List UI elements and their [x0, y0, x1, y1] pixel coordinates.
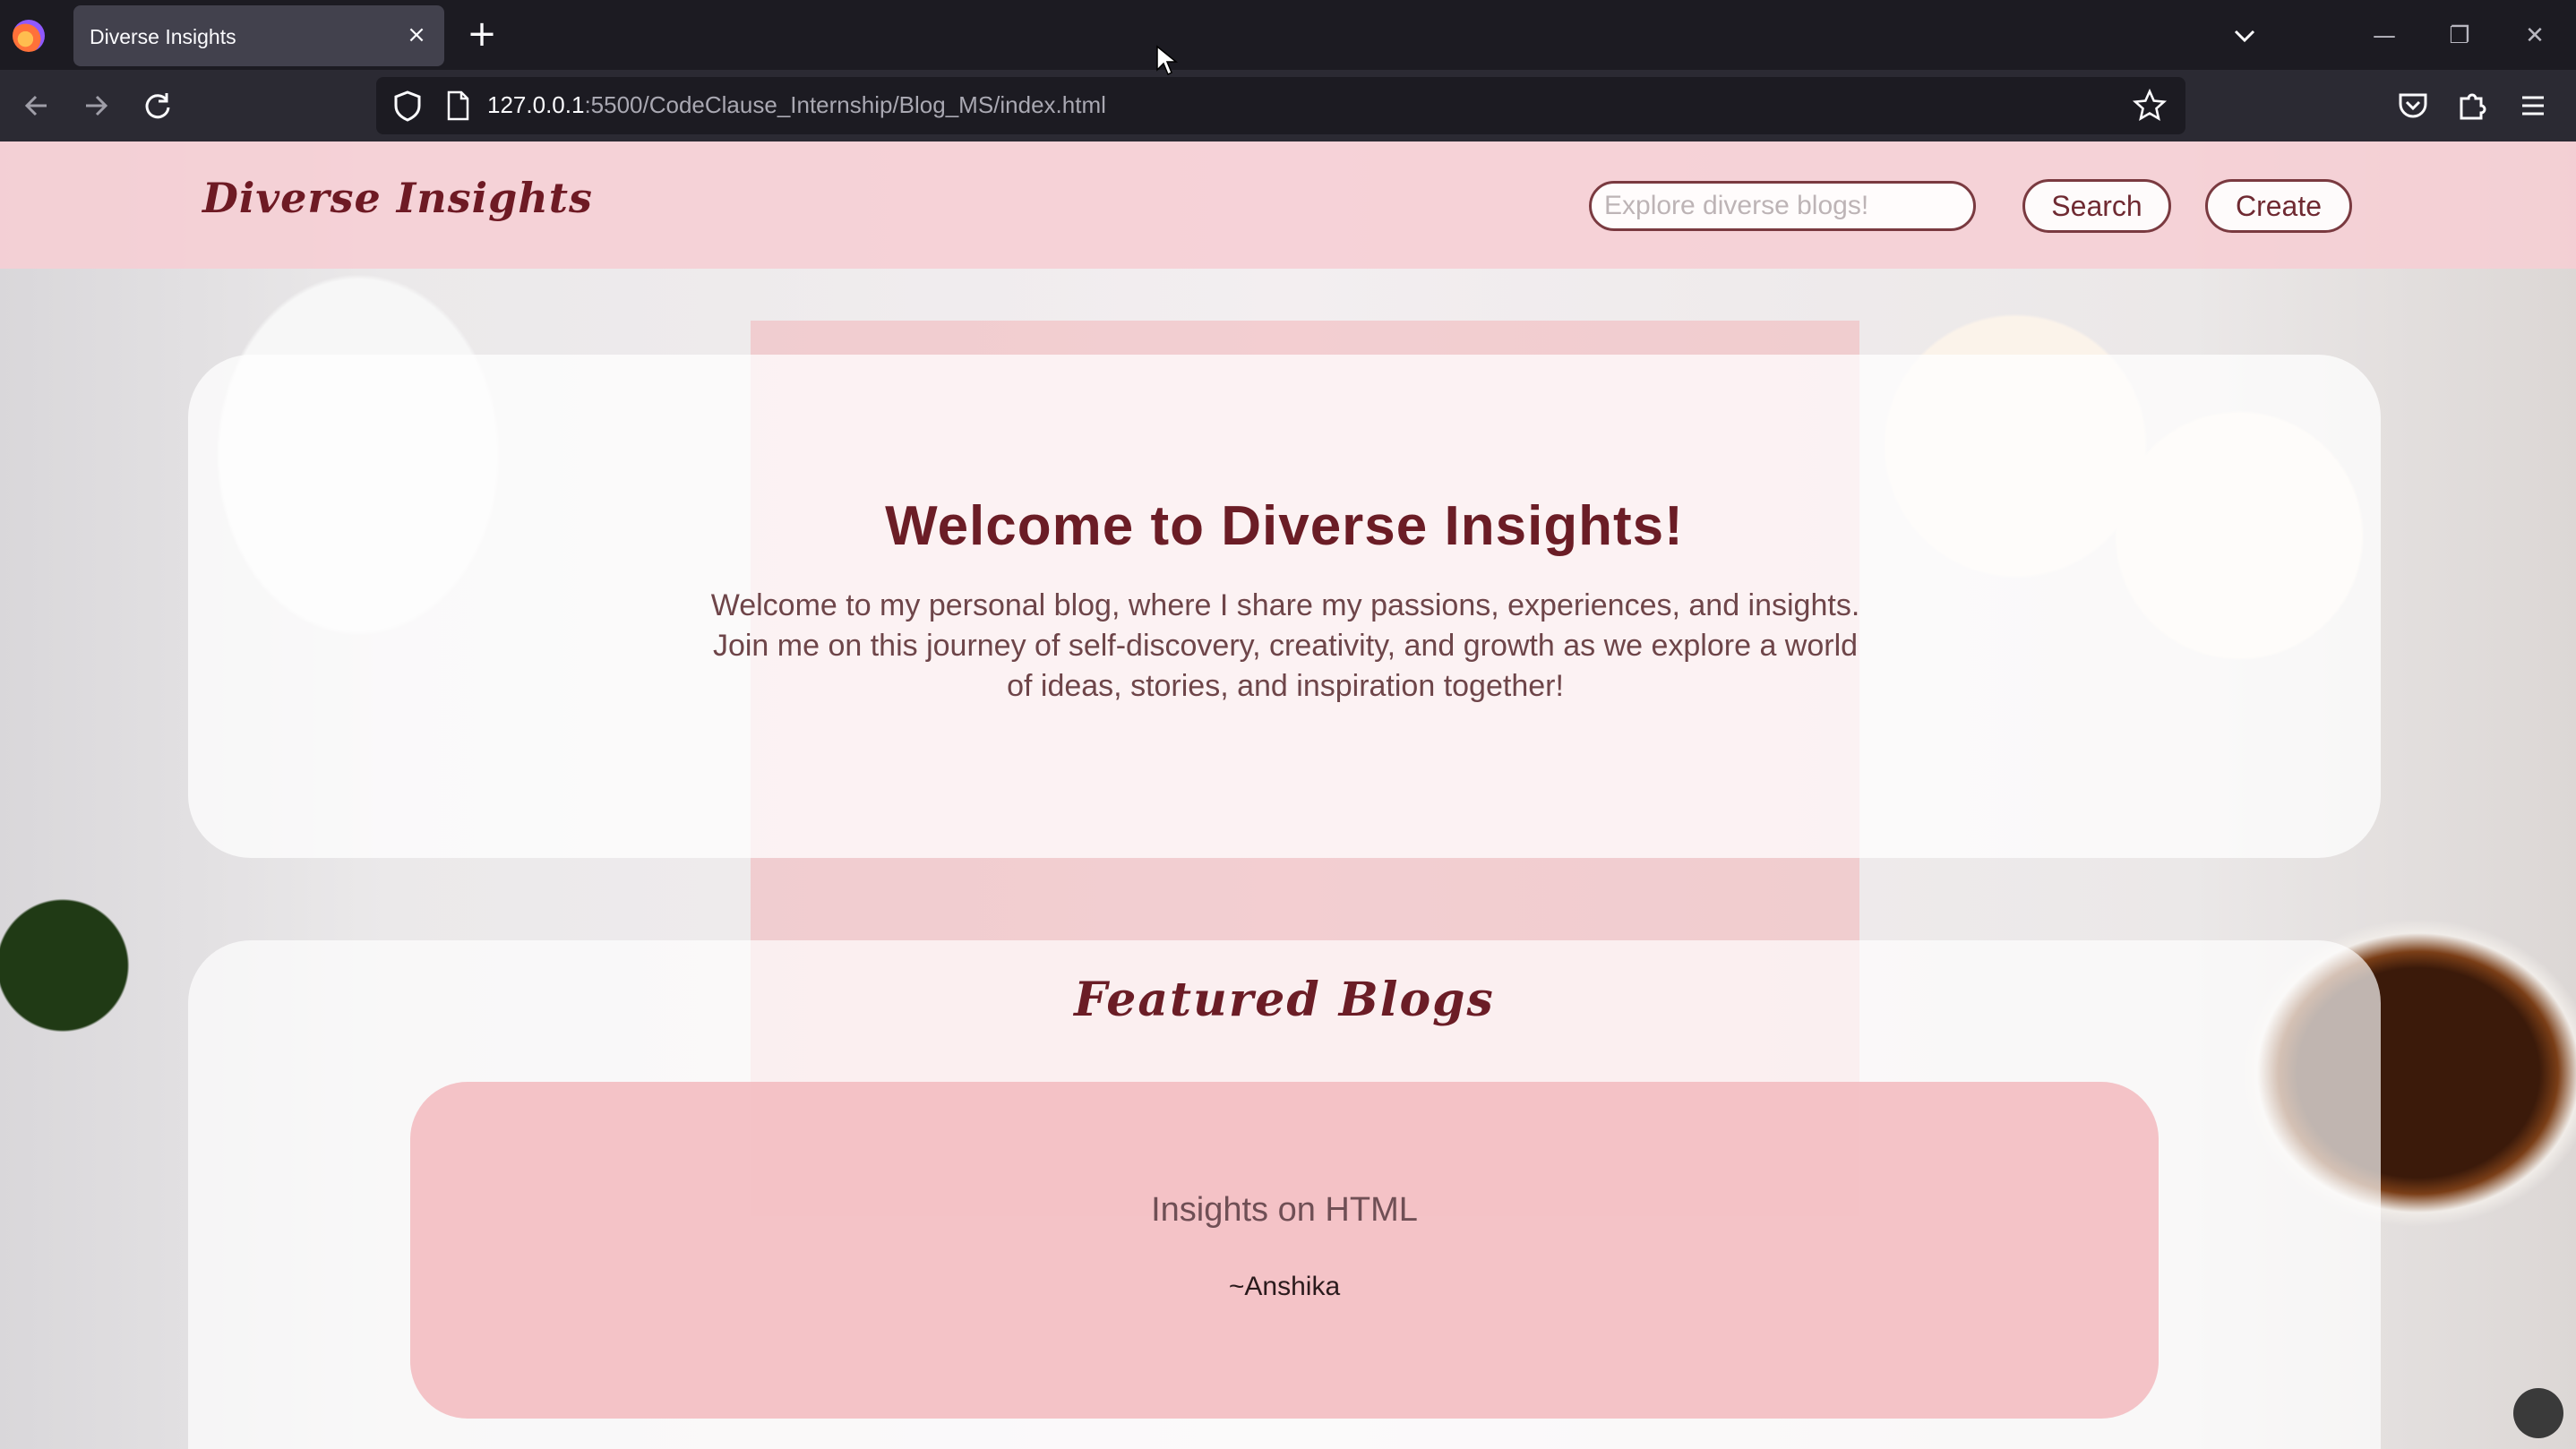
extensions-puzzle-icon[interactable]	[2451, 84, 2494, 127]
blog-search-input[interactable]	[1589, 181, 1976, 231]
search-button[interactable]: Search	[2022, 179, 2171, 233]
page-viewport: Diverse Insights Search Create Welcome t…	[0, 141, 2576, 1449]
blog-author: ~Anshika	[1228, 1272, 1341, 1301]
site-header: Diverse Insights Search Create	[0, 141, 2576, 269]
url-path: :5500/CodeClause_Internship/Blog_MS/inde…	[584, 91, 1106, 118]
floating-action-icon[interactable]	[2513, 1388, 2563, 1438]
bookmark-star-icon[interactable]	[2132, 88, 2168, 124]
mouse-cursor-icon	[1156, 45, 1179, 76]
browser-nav-bar: 127.0.0.1:5500/CodeClause_Internship/Blo…	[0, 70, 2576, 141]
welcome-text: Welcome to my personal blog, where I sha…	[710, 588, 1860, 703]
site-logo[interactable]: Diverse Insights	[202, 174, 593, 222]
blog-title[interactable]: Insights on HTML	[410, 1191, 2159, 1230]
tracking-shield-icon[interactable]	[392, 90, 423, 122]
browser-tab-strip: Diverse Insights × + — ❐ ✕	[0, 0, 2576, 70]
firefox-logo-icon[interactable]	[13, 20, 45, 52]
reload-icon[interactable]	[136, 84, 179, 127]
list-all-tabs-icon[interactable]	[2225, 16, 2264, 56]
forward-arrow-icon[interactable]	[75, 84, 118, 127]
browser-tab-active[interactable]: Diverse Insights ×	[73, 5, 444, 66]
welcome-title: Welcome to Diverse Insights!	[885, 495, 1684, 557]
address-bar[interactable]: 127.0.0.1:5500/CodeClause_Internship/Blo…	[376, 77, 2185, 134]
url-host: 127.0.0.1	[487, 91, 585, 118]
url-text[interactable]: 127.0.0.1:5500/CodeClause_Internship/Blo…	[487, 91, 1106, 119]
pocket-icon[interactable]	[2391, 84, 2434, 127]
create-button[interactable]: Create	[2205, 179, 2352, 233]
minimize-window-button[interactable]: —	[2361, 13, 2408, 59]
welcome-section: Welcome to Diverse Insights! Welcome to …	[188, 355, 2381, 858]
close-window-button[interactable]: ✕	[2512, 13, 2558, 59]
blog-card[interactable]: Insights on HTML ~Anshika	[410, 1082, 2159, 1419]
close-tab-icon[interactable]: ×	[401, 20, 432, 50]
hamburger-menu-icon[interactable]	[2512, 84, 2555, 127]
restore-window-button[interactable]: ❐	[2436, 13, 2483, 59]
back-arrow-icon[interactable]	[14, 84, 57, 127]
featured-blogs-section: Featured Blogs Insights on HTML ~Anshika	[188, 940, 2381, 1449]
new-tab-button[interactable]: +	[462, 16, 502, 56]
page-info-icon[interactable]	[444, 90, 471, 122]
featured-blogs-title: Featured Blogs	[1074, 973, 1495, 1027]
tab-title: Diverse Insights	[90, 25, 236, 48]
